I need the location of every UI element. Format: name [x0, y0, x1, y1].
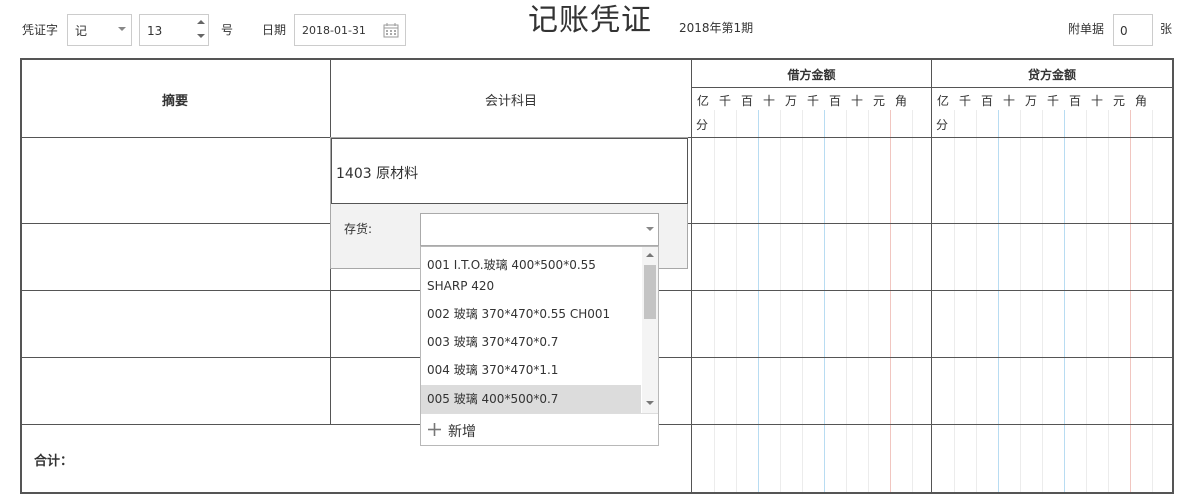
voucher-number-value: 13	[147, 24, 163, 38]
digit-unit-label: 元	[1112, 94, 1125, 108]
dropdown-option-active[interactable]: 005 玻璃 400*500*0.7	[421, 385, 641, 413]
credit-column-header: 贷方金额	[1027, 68, 1076, 82]
voucher-word-select[interactable]: 记	[67, 14, 132, 46]
account-input-value: 1403 原材料	[336, 166, 419, 182]
amount-grid-line	[1020, 110, 1021, 492]
header-divider	[692, 87, 1172, 88]
summary-cell-row-2[interactable]	[21, 224, 330, 290]
digit-unit-label: 百	[740, 94, 753, 108]
digit-unit-label: 十	[1090, 94, 1103, 108]
stepper-down-icon[interactable]	[194, 30, 208, 45]
column-divider	[931, 58, 932, 492]
amount-grid-line	[780, 110, 781, 492]
digit-unit-label: 百	[980, 94, 993, 108]
amount-grid-line	[758, 110, 759, 492]
dropdown-option[interactable]: 001 I.T.O.玻璃 400*500*0.55	[421, 253, 641, 277]
digit-unit-label: 百	[828, 94, 841, 108]
amount-grid-line	[846, 110, 847, 492]
voucher-word-label: 凭证字	[22, 23, 59, 37]
amount-grid-line	[1064, 110, 1065, 492]
table-border-top	[20, 58, 1173, 60]
amount-grid-line	[998, 110, 999, 492]
digit-unit-label: 元	[872, 94, 885, 108]
digit-unit-label: 角	[894, 94, 907, 108]
chevron-down-icon[interactable]	[646, 227, 654, 231]
digit-unit-label: 亿	[696, 94, 709, 108]
digit-unit-label: 千	[958, 94, 971, 108]
voucher-number-stepper[interactable]: 13	[139, 14, 209, 46]
amount-grid-line	[954, 110, 955, 492]
calendar-icon[interactable]	[383, 22, 399, 38]
debit-column-header: 借方金额	[787, 68, 836, 82]
digit-unit-label: 万	[784, 94, 797, 108]
digit-unit-label: 万	[1024, 94, 1037, 108]
column-divider	[691, 58, 692, 492]
amount-grid-line	[824, 110, 825, 492]
digit-unit-label: 千	[1046, 94, 1059, 108]
page-title: 记账凭证	[528, 3, 652, 38]
summary-cell-row-3[interactable]	[21, 291, 330, 357]
scroll-up-icon[interactable]	[646, 253, 654, 257]
amount-grid-line	[912, 110, 913, 492]
dropdown-option[interactable]: 004 玻璃 370*470*1.1	[421, 357, 641, 383]
dropdown-option[interactable]: SHARP 420	[421, 275, 641, 297]
attachments-value: 0	[1120, 24, 1128, 38]
inventory-label: 存货:	[344, 222, 373, 236]
account-input[interactable]: 1403 原材料	[331, 138, 688, 204]
amount-grid-line	[1152, 110, 1153, 492]
credit-digit-units: 亿千百十万千百十元角	[932, 89, 1152, 113]
credit-digit-unit-fen: 分	[936, 118, 949, 132]
total-label: 合计：	[34, 454, 74, 469]
attachments-input[interactable]: 0	[1113, 14, 1153, 46]
scroll-thumb[interactable]	[644, 265, 656, 319]
digit-unit-label: 十	[850, 94, 863, 108]
inventory-dropdown: 001 I.T.O.玻璃 400*500*0.55 SHARP 420 002 …	[420, 246, 659, 446]
digit-unit-label: 千	[718, 94, 731, 108]
period-label: 2018年第1期	[679, 21, 754, 35]
digit-unit-label: 十	[762, 94, 775, 108]
digit-unit-label: 十	[1002, 94, 1015, 108]
amount-grid-line	[890, 110, 891, 492]
summary-cell-row-1[interactable]	[21, 138, 330, 223]
digit-unit-label: 角	[1134, 94, 1147, 108]
scroll-down-icon[interactable]	[646, 401, 654, 405]
inventory-select[interactable]	[420, 213, 659, 246]
amount-grid-line	[802, 110, 803, 492]
date-label: 日期	[262, 23, 287, 37]
debit-digit-unit-fen: 分	[696, 118, 709, 132]
voucher-word-value: 记	[75, 24, 88, 38]
amount-grid-line	[868, 110, 869, 492]
amount-grid-line	[1086, 110, 1087, 492]
digit-unit-label: 亿	[936, 94, 949, 108]
add-new-label: 新增	[448, 424, 476, 440]
attachments-unit: 张	[1160, 22, 1173, 36]
table-border-bottom	[20, 492, 1173, 494]
amount-grid-line	[1130, 110, 1131, 492]
table-border-right	[1172, 58, 1174, 494]
stepper-up-icon[interactable]	[194, 15, 208, 30]
digit-unit-label: 千	[806, 94, 819, 108]
digit-unit-label: 百	[1068, 94, 1081, 108]
date-field[interactable]: 2018-01-31	[294, 14, 406, 46]
date-value: 2018-01-31	[302, 24, 366, 37]
account-column-header: 会计科目	[484, 94, 537, 109]
amount-grid-line	[736, 110, 737, 492]
plus-icon	[428, 423, 441, 436]
amount-grid-line	[1042, 110, 1043, 492]
summary-cell-row-4[interactable]	[21, 358, 330, 424]
add-new-button[interactable]: 新增	[421, 414, 658, 445]
chevron-down-icon[interactable]	[118, 27, 126, 31]
attachments-label: 附单据	[1068, 22, 1105, 36]
amount-grid-line	[714, 110, 715, 492]
amount-grid-line	[1108, 110, 1109, 492]
dropdown-scrollbar[interactable]	[642, 247, 658, 413]
amount-grid-line	[976, 110, 977, 492]
debit-digit-units: 亿千百十万千百十元角	[692, 89, 912, 113]
summary-column-header: 摘要	[161, 94, 188, 109]
voucher-number-suffix: 号	[221, 23, 234, 37]
dropdown-option[interactable]: 002 玻璃 370*470*0.55 CH001	[421, 301, 641, 327]
dropdown-option[interactable]: 003 玻璃 370*470*0.7	[421, 329, 641, 355]
